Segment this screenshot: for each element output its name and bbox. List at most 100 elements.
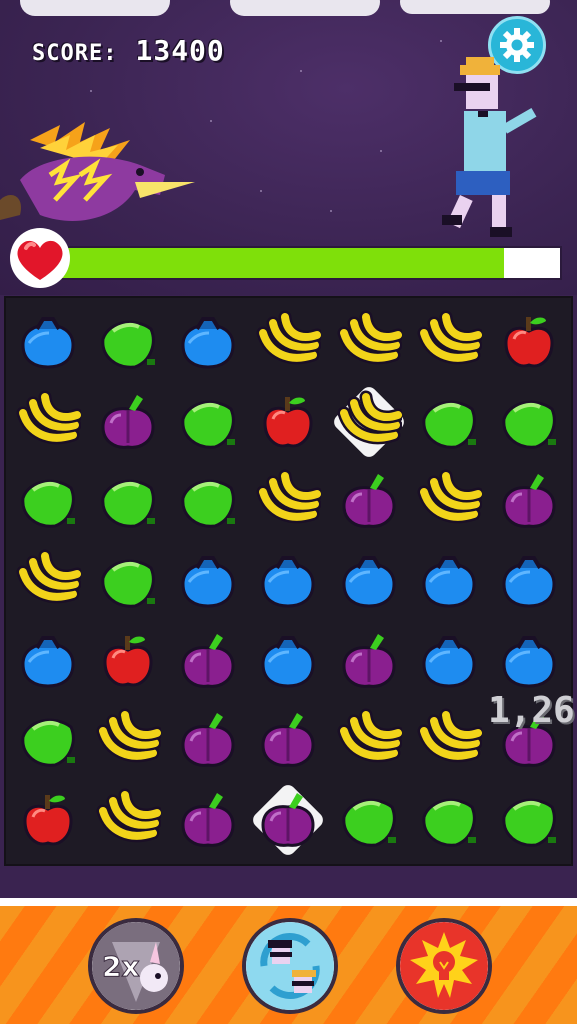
banana-tile[interactable] (88, 701, 168, 781)
banana-tile[interactable] (409, 302, 489, 382)
apple-icon (263, 396, 313, 447)
lime-icon (21, 480, 76, 528)
plum-tile[interactable] (168, 701, 248, 781)
blueberry-tile[interactable] (8, 621, 88, 701)
blueberry-tile[interactable] (409, 621, 489, 701)
plum-icon (342, 474, 396, 529)
banana-icon (417, 708, 482, 763)
hint-powerup[interactable] (396, 918, 492, 1014)
plum-tile[interactable] (329, 461, 409, 541)
dancer-icon (442, 57, 537, 237)
plum-tile[interactable] (168, 621, 248, 701)
blueberry-tile[interactable] (248, 541, 328, 621)
plum-icon (181, 633, 235, 688)
lime-tile[interactable] (168, 382, 248, 462)
blueberry-icon (21, 316, 75, 369)
lime-tile[interactable] (8, 461, 88, 541)
blueberry-icon (181, 316, 235, 369)
banana-tile[interactable] (8, 382, 88, 462)
game-board[interactable] (4, 296, 573, 866)
plum-icon (502, 474, 556, 529)
lime-tile[interactable] (489, 780, 569, 860)
lightbulb-icon (400, 922, 488, 1010)
plum-tile[interactable] (88, 382, 168, 462)
cloud (400, 0, 550, 14)
lime-tile[interactable] (8, 701, 88, 781)
lime-icon (181, 400, 236, 449)
health-track (46, 246, 562, 280)
blueberry-icon (502, 555, 556, 608)
cloud (230, 0, 380, 16)
apple-icon (103, 635, 153, 687)
blueberry-icon (181, 555, 235, 608)
blueberry-tile[interactable] (168, 302, 248, 382)
apple-tile[interactable] (489, 302, 569, 382)
lime-icon (181, 480, 236, 528)
dragon-icon (0, 122, 195, 221)
star (210, 120, 212, 122)
blueberry-tile[interactable] (489, 541, 569, 621)
lime-tile[interactable] (489, 382, 569, 462)
score-display: SCORE: 13400 (32, 34, 225, 67)
banana-icon (337, 310, 402, 365)
lime-icon (101, 480, 156, 528)
blueberry-icon (342, 555, 396, 608)
star (440, 40, 442, 42)
apple-icon (23, 795, 73, 846)
banana-tile[interactable] (409, 701, 489, 781)
banana-tile[interactable] (88, 780, 168, 860)
health-fill (48, 248, 504, 278)
blueberry-tile[interactable] (248, 621, 328, 701)
lime-tile[interactable] (88, 302, 168, 382)
star (260, 190, 262, 192)
blueberry-tile[interactable] (489, 621, 569, 701)
floating-score-popup: 1,26 (488, 690, 575, 731)
lime-tile[interactable] (168, 461, 248, 541)
lime-tile[interactable] (88, 541, 168, 621)
plum-tile[interactable] (489, 461, 569, 541)
lime-icon (422, 798, 476, 847)
double-multiplier-powerup[interactable]: 2x (88, 918, 184, 1014)
swap-characters-powerup[interactable] (242, 918, 338, 1014)
lime-icon (101, 320, 156, 369)
banana-tile[interactable] (329, 382, 409, 462)
cloud (20, 0, 170, 16)
apple-tile[interactable] (248, 382, 328, 462)
plum-tile[interactable] (168, 780, 248, 860)
banana-tile[interactable] (329, 701, 409, 781)
lime-tile[interactable] (88, 461, 168, 541)
blueberry-icon (422, 635, 476, 688)
lime-icon (502, 798, 556, 847)
star (380, 150, 382, 152)
star (330, 210, 332, 212)
apple-tile[interactable] (8, 780, 88, 860)
lime-icon (101, 559, 156, 608)
plum-tile[interactable] (248, 701, 328, 781)
plum-icon (101, 394, 155, 449)
banana-tile[interactable] (329, 302, 409, 382)
blueberry-icon (422, 555, 476, 608)
banana-tile[interactable] (409, 461, 489, 541)
blueberry-tile[interactable] (329, 541, 409, 621)
banana-tile[interactable] (248, 461, 328, 541)
plum-tile[interactable] (248, 780, 328, 860)
plum-tile[interactable] (329, 621, 409, 701)
plum-icon (261, 713, 315, 768)
plum-icon (181, 713, 235, 768)
apple-tile[interactable] (88, 621, 168, 701)
blueberry-tile[interactable] (8, 302, 88, 382)
board-footer-strip (0, 872, 577, 900)
unicorn-icon: 2x (92, 922, 180, 1010)
lime-tile[interactable] (329, 780, 409, 860)
banana-icon (256, 310, 322, 365)
lime-tile[interactable] (409, 382, 489, 462)
banana-tile[interactable] (248, 302, 328, 382)
blueberry-tile[interactable] (409, 541, 489, 621)
multiplier-text: 2x (102, 950, 140, 983)
blueberry-tile[interactable] (168, 541, 248, 621)
blueberry-icon (261, 555, 315, 608)
swap-icon (246, 922, 334, 1010)
banana-tile[interactable] (8, 541, 88, 621)
lime-tile[interactable] (409, 780, 489, 860)
plum-icon (181, 793, 235, 847)
